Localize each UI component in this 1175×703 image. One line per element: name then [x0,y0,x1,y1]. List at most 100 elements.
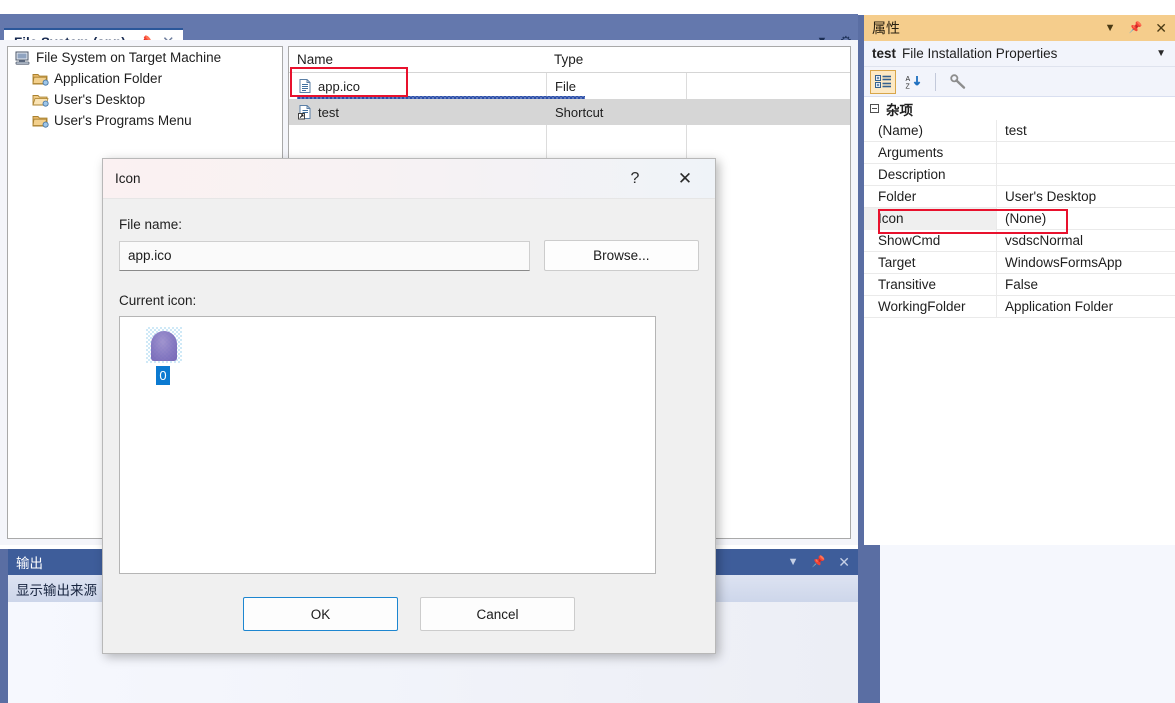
property-value[interactable]: test [996,119,1175,142]
properties-toolbar: A Z [864,67,1175,97]
list-cell-type: Shortcut [555,104,604,120]
list-cell-name: test [289,104,547,120]
output-panel-title: 输出 [16,556,43,571]
properties-object-description: File Installation Properties [902,46,1058,61]
property-value[interactable]: False [996,273,1175,296]
chevron-down-icon[interactable]: ▼ [788,556,799,568]
icon-thumbnail[interactable] [146,327,182,363]
bottom-right-filler [858,545,1175,703]
icon-dialog: Icon ? ✕ File name: Browse... Current ic… [102,158,716,654]
tree-item-label: User's Desktop [54,92,146,107]
tree-item-application-folder[interactable]: Application Folder [8,68,282,89]
property-value[interactable] [996,141,1175,164]
tree-item-users-desktop[interactable]: User's Desktop [8,89,282,110]
alphabetical-sort-icon[interactable]: A Z [900,70,926,94]
property-label: ShowCmd [878,232,941,248]
output-panel-controls: ▼ 📌 ✕ [788,549,850,575]
svg-text:Z: Z [905,83,910,90]
ok-button[interactable]: OK [243,597,398,631]
chevron-down-icon[interactable]: ▼ [1105,22,1116,34]
property-row-transitive[interactable]: Transitive False [864,273,1175,296]
icon-preview-list[interactable]: 0 [119,316,656,574]
column-header-name[interactable]: Name [289,52,546,67]
pin-icon[interactable]: 📌 [1129,22,1143,34]
close-icon[interactable]: ✕ [838,555,850,569]
table-row[interactable]: test Shortcut [289,99,850,125]
tree-item-label: File System on Target Machine [36,50,222,65]
list-cell-name-label: test [318,104,339,120]
properties-group-label: 杂项 [886,102,913,118]
browse-button[interactable]: Browse... [543,240,699,271]
list-cell-type: File [555,78,576,94]
shortcut-icon [297,104,313,120]
list-column-headers: Name Type [289,47,850,73]
output-source-label: 显示输出来源 [16,582,97,598]
property-row-icon[interactable]: Icon (None) [864,207,1175,230]
properties-top-filler [858,0,1175,15]
property-row-target[interactable]: Target WindowsFormsApp [864,251,1175,274]
svg-text:A: A [905,76,910,83]
properties-panel: 属性 ▼ 📌 ✕ test File Installation Properti… [858,0,1175,545]
property-value[interactable]: (None) [996,207,1175,230]
properties-object-selector[interactable]: test File Installation Properties ▼ [864,41,1175,67]
property-row-showcmd[interactable]: ShowCmd vsdscNormal [864,229,1175,252]
property-row-folder[interactable]: Folder User's Desktop [864,185,1175,208]
icon-thumbnail-label[interactable]: 0 [156,366,170,385]
dialog-title: Icon [115,171,141,186]
property-row-description[interactable]: Description [864,163,1175,186]
tree-item-users-programs-menu[interactable]: User's Programs Menu [8,110,282,131]
property-value[interactable]: WindowsFormsApp [996,251,1175,274]
editor-tabstrip: File System (app) 📌 ✕ ▼ ⚙ [0,14,858,54]
property-value[interactable]: User's Desktop [996,185,1175,208]
file-name-label: File name: [119,217,183,232]
property-row-workingfolder[interactable]: WorkingFolder Application Folder [864,295,1175,318]
properties-grid[interactable]: 杂项 (Name) test Arguments Description Fol… [864,97,1175,545]
property-row-arguments[interactable]: Arguments [864,141,1175,164]
list-cell-name-label: app.ico [318,78,360,94]
computer-icon [14,50,32,66]
chevron-down-icon[interactable]: ▼ [1156,48,1166,59]
close-icon[interactable]: ✕ [663,159,707,199]
dialog-buttons: OK Cancel [103,597,715,631]
property-value[interactable] [996,163,1175,186]
collapse-icon[interactable] [870,104,879,113]
file-name-row: Browse... [119,240,699,271]
properties-group-header[interactable]: 杂项 [864,97,1175,120]
categorized-view-icon[interactable] [870,69,896,94]
wrench-icon[interactable] [945,70,971,94]
properties-titlebar: 属性 ▼ 📌 ✕ [864,15,1175,41]
property-label: Folder [878,188,917,204]
dialog-titlebar: Icon ? ✕ [103,159,715,199]
icon-image [151,331,177,361]
property-label: (Name) [878,122,924,138]
property-value[interactable]: vsdscNormal [996,229,1175,252]
tabstrip-top-filler [0,0,858,14]
tree-item-target-machine[interactable]: File System on Target Machine [8,47,282,68]
properties-object-name: test [872,46,897,61]
application-window: File System (app) 📌 ✕ ▼ ⚙ [0,0,1175,703]
table-row[interactable]: app.ico File [289,73,850,99]
toolbar-separator [935,72,936,91]
properties-panel-bottom-edge [858,545,880,703]
property-label: Transitive [878,276,937,292]
file-name-input[interactable] [119,240,530,271]
column-header-type[interactable]: Type [546,52,686,67]
folder-icon [32,113,50,129]
document-icon [297,78,313,94]
close-icon[interactable]: ✕ [1155,21,1167,35]
tree-item-label: User's Programs Menu [54,113,192,128]
pin-icon[interactable]: 📌 [812,556,826,568]
properties-title: 属性 [872,20,900,36]
folder-open-icon [32,92,50,108]
tree-item-label: Application Folder [54,71,163,86]
current-icon-label: Current icon: [119,293,197,308]
property-label: Target [878,254,916,270]
properties-titlebar-controls: ▼ 📌 ✕ [1105,15,1167,41]
help-icon[interactable]: ? [617,159,653,199]
property-label: Arguments [878,144,944,160]
list-cell-name: app.ico [289,78,547,94]
cancel-button[interactable]: Cancel [420,597,575,631]
property-label: Icon [864,207,996,230]
property-row-name[interactable]: (Name) test [864,119,1175,142]
property-value[interactable]: Application Folder [996,295,1175,318]
